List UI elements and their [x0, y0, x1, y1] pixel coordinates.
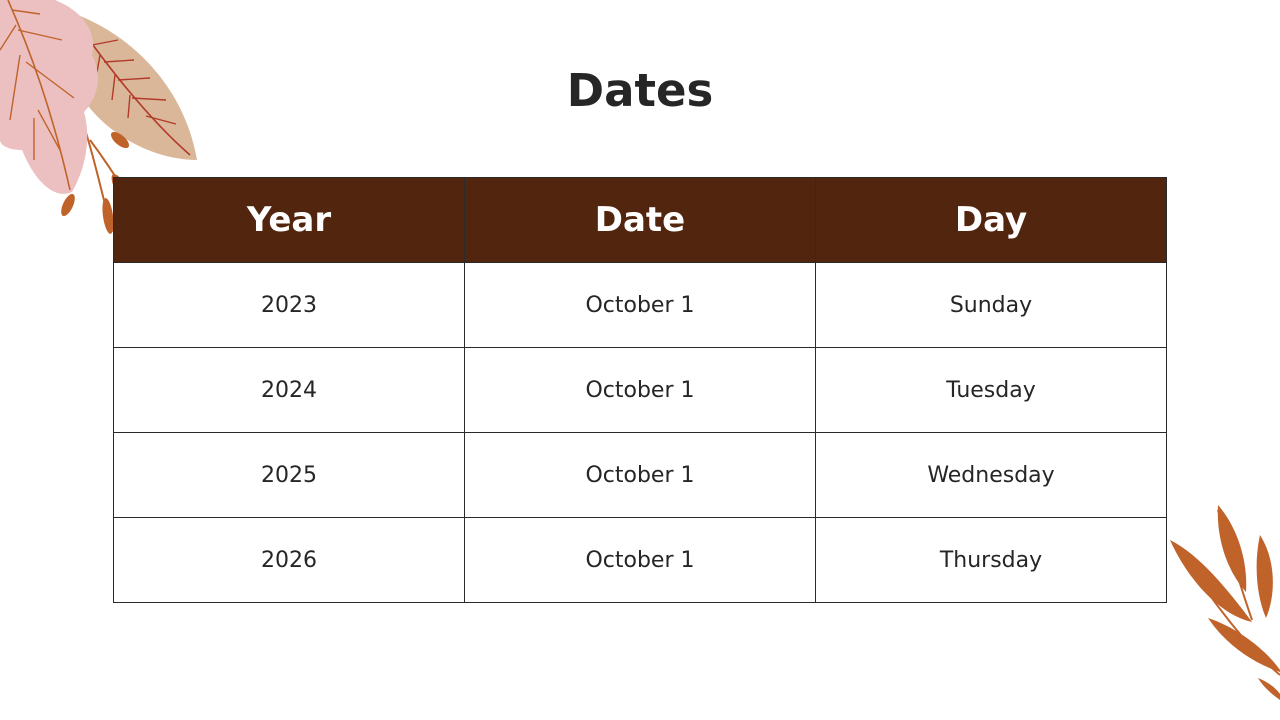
slide: Dates Year Date Day 2023 October 1 Sunda… [0, 0, 1280, 720]
cell-date: October 1 [464, 432, 816, 518]
table-header-row: Year Date Day [113, 177, 1167, 263]
cell-day: Tuesday [815, 347, 1167, 433]
cell-year: 2023 [113, 262, 465, 348]
autumn-branch-decoration [1170, 505, 1280, 700]
cell-year: 2026 [113, 517, 465, 603]
cell-date: October 1 [464, 262, 816, 348]
cell-year: 2024 [113, 347, 465, 433]
table-row: 2024 October 1 Tuesday [113, 347, 1167, 433]
table-row: 2025 October 1 Wednesday [113, 432, 1167, 518]
header-date: Date [464, 177, 816, 263]
header-year: Year [113, 177, 465, 263]
cell-day: Sunday [815, 262, 1167, 348]
dates-table: Year Date Day 2023 October 1 Sunday 2024… [113, 177, 1167, 603]
cell-date: October 1 [464, 347, 816, 433]
table-row: 2023 October 1 Sunday [113, 262, 1167, 348]
cell-year: 2025 [113, 432, 465, 518]
cell-day: Thursday [815, 517, 1167, 603]
slide-title: Dates [566, 64, 714, 117]
header-day: Day [815, 177, 1167, 263]
cell-day: Wednesday [815, 432, 1167, 518]
table-row: 2026 October 1 Thursday [113, 517, 1167, 603]
cell-date: October 1 [464, 517, 816, 603]
